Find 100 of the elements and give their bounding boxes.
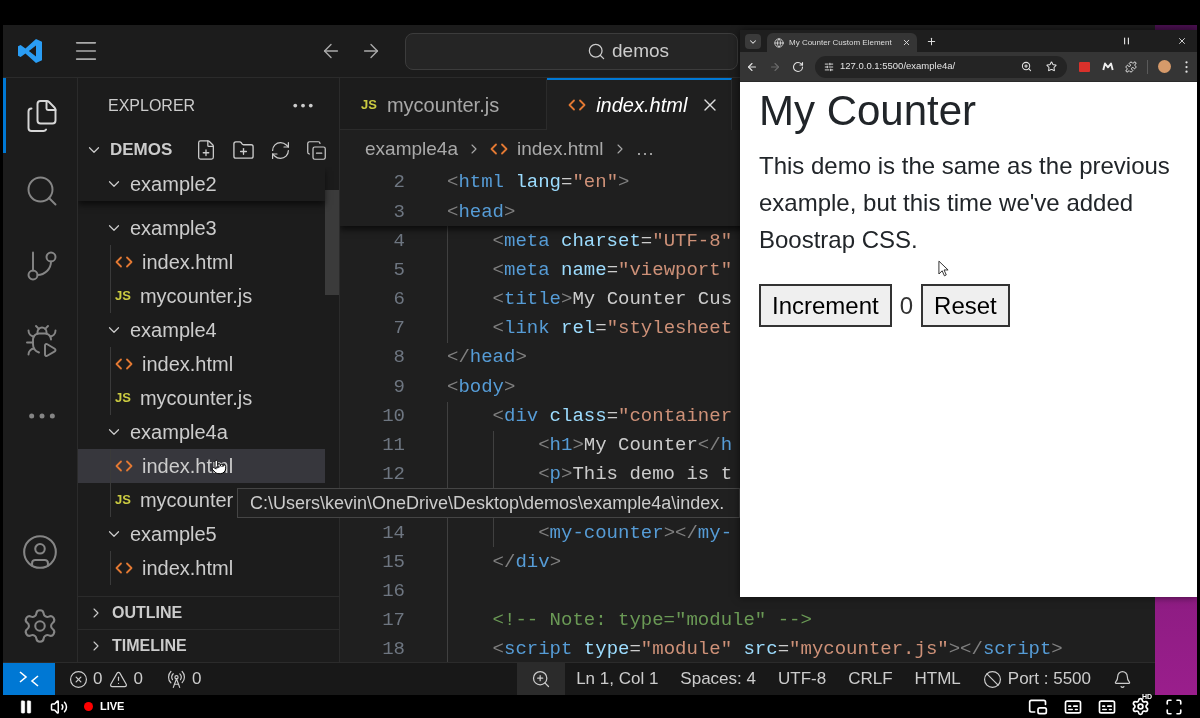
profile-avatar[interactable] bbox=[1158, 60, 1171, 73]
refresh-icon[interactable] bbox=[270, 139, 291, 161]
code-line: <html lang="en"> bbox=[447, 170, 630, 196]
js-file-label: JS bbox=[115, 493, 131, 507]
line-number: 11 bbox=[381, 433, 405, 459]
volume-icon[interactable] bbox=[50, 697, 68, 716]
close-icon[interactable] bbox=[1177, 36, 1187, 46]
two-bars-icon[interactable] bbox=[1124, 37, 1129, 45]
breadcrumb[interactable]: … bbox=[635, 134, 655, 164]
breadcrumb[interactable]: example4a bbox=[365, 134, 458, 164]
fullscreen-icon[interactable] bbox=[1165, 697, 1183, 716]
page-paragraph: This demo is the same as the previous example, but this time we've added Boostrap CSS. bbox=[759, 151, 1171, 255]
line-number: 9 bbox=[392, 374, 405, 400]
code-line: <p>This demo is t bbox=[538, 462, 733, 488]
collapse-all-icon[interactable] bbox=[306, 139, 327, 161]
extension-icon[interactable] bbox=[1079, 61, 1090, 72]
folder-root[interactable]: DEMOS bbox=[85, 137, 173, 163]
editor-tab[interactable]: index.html bbox=[547, 78, 733, 130]
line-number: 7 bbox=[392, 316, 405, 342]
app-logo bbox=[18, 39, 42, 63]
globe-icon bbox=[774, 37, 784, 48]
extension-logo-icon[interactable] bbox=[1102, 62, 1114, 71]
browser-tab[interactable]: My Counter Custom Element bbox=[767, 33, 917, 52]
section-header[interactable]: OUTLINE bbox=[78, 596, 339, 629]
line-number: 16 bbox=[381, 578, 405, 604]
more-actions-icon[interactable] bbox=[293, 103, 313, 108]
pause-icon[interactable] bbox=[18, 698, 34, 715]
tree-item[interactable]: example2 bbox=[78, 167, 325, 201]
counter-value: 0 bbox=[899, 290, 914, 321]
warnings-indicator[interactable]: 0 bbox=[102, 663, 143, 695]
code-line: <div class="container bbox=[492, 403, 733, 429]
page-button[interactable]: Reset bbox=[921, 284, 1010, 327]
page-button[interactable]: Increment bbox=[759, 284, 892, 327]
js-file-label: JS bbox=[115, 289, 131, 303]
line-number: 3 bbox=[392, 199, 405, 225]
code-line: <!-- Note: type="module" --> bbox=[492, 608, 812, 634]
port-status[interactable]: Port : 5500 bbox=[971, 663, 1102, 695]
mouse-pointer-icon bbox=[938, 260, 949, 277]
new-tab-icon[interactable] bbox=[926, 36, 937, 47]
status-item[interactable]: CRLF bbox=[837, 663, 904, 695]
puzzle-icon[interactable] bbox=[1125, 60, 1137, 73]
errors-indicator[interactable]: 0 bbox=[55, 663, 103, 695]
zoom-in-icon[interactable] bbox=[1021, 61, 1032, 72]
ports-indicator[interactable]: 0 bbox=[142, 663, 202, 695]
js-file-label: JS bbox=[361, 97, 377, 112]
error-icon bbox=[69, 669, 88, 689]
menu-icon[interactable] bbox=[1185, 60, 1188, 73]
status-item[interactable]: Ln 1, Col 1 bbox=[565, 663, 670, 695]
line-number: 2 bbox=[392, 170, 405, 196]
zoom-in-icon bbox=[531, 669, 552, 689]
editor-tab[interactable]: JS mycounter.js bbox=[340, 78, 548, 130]
reload-icon[interactable] bbox=[792, 60, 804, 73]
warning-icon bbox=[109, 669, 129, 689]
line-number: 14 bbox=[381, 520, 405, 546]
command-center[interactable]: demos bbox=[405, 32, 738, 70]
code-line: <meta charset="UTF-8" bbox=[492, 228, 733, 254]
code-line: <h1>My Counter</h bbox=[538, 433, 733, 459]
code-line: <my-counter></my- bbox=[538, 520, 733, 546]
code-line: </div> bbox=[492, 549, 562, 575]
tab-search-button[interactable] bbox=[745, 34, 761, 49]
code-line: <link rel="stylesheet bbox=[492, 316, 733, 342]
line-number: 12 bbox=[381, 462, 405, 488]
line-number: 10 bbox=[381, 403, 405, 429]
tree-item[interactable]: JS mycounter.js bbox=[78, 279, 325, 313]
js-file-label: JS bbox=[115, 391, 131, 405]
code-line: <meta name="viewport" bbox=[492, 257, 733, 283]
antenna-icon bbox=[166, 669, 186, 689]
scrollbar-thumb[interactable] bbox=[325, 190, 339, 295]
close-icon[interactable] bbox=[902, 38, 911, 47]
code-line: </head> bbox=[447, 345, 527, 371]
star-icon[interactable] bbox=[1046, 61, 1057, 72]
remote-icon bbox=[19, 671, 39, 687]
status-item[interactable]: UTF-8 bbox=[766, 663, 838, 695]
line-number: 17 bbox=[381, 608, 405, 634]
live-label: LIVE bbox=[100, 699, 125, 715]
line-number: 6 bbox=[392, 287, 405, 313]
tree-item[interactable]: JS mycounter.js bbox=[78, 381, 325, 415]
line-number: 18 bbox=[381, 637, 405, 662]
site-info-icon[interactable] bbox=[824, 61, 834, 72]
status-item[interactable]: Spaces: 4 bbox=[669, 663, 767, 695]
new-file-icon[interactable] bbox=[195, 139, 217, 161]
address-bar[interactable]: 127.0.0.1:5500/example4a/ bbox=[815, 55, 1067, 78]
bell-icon[interactable] bbox=[1113, 669, 1132, 689]
line-number: 15 bbox=[381, 549, 405, 575]
code-line: <title>My Counter Cus bbox=[492, 287, 733, 313]
line-number: 5 bbox=[392, 257, 405, 283]
zoom-button[interactable] bbox=[517, 663, 566, 695]
tree-item[interactable]: index.html bbox=[78, 245, 325, 279]
page-heading: My Counter bbox=[759, 87, 977, 135]
new-folder-icon[interactable] bbox=[232, 138, 255, 162]
tree-item[interactable]: index.html bbox=[78, 347, 325, 381]
account-icon[interactable] bbox=[21, 532, 59, 571]
sidebar-title: EXPLORER bbox=[108, 95, 196, 116]
settings-icon[interactable] bbox=[1131, 697, 1150, 716]
breadcrumb[interactable]: index.html bbox=[489, 134, 604, 164]
status-item[interactable]: HTML bbox=[903, 663, 972, 695]
code-line: <script type="module" src="mycounter.js"></script> bbox=[492, 637, 1063, 662]
back-arrow-icon[interactable] bbox=[746, 60, 758, 73]
tree-item[interactable]: index.html bbox=[78, 551, 325, 585]
search-icon bbox=[587, 41, 606, 61]
